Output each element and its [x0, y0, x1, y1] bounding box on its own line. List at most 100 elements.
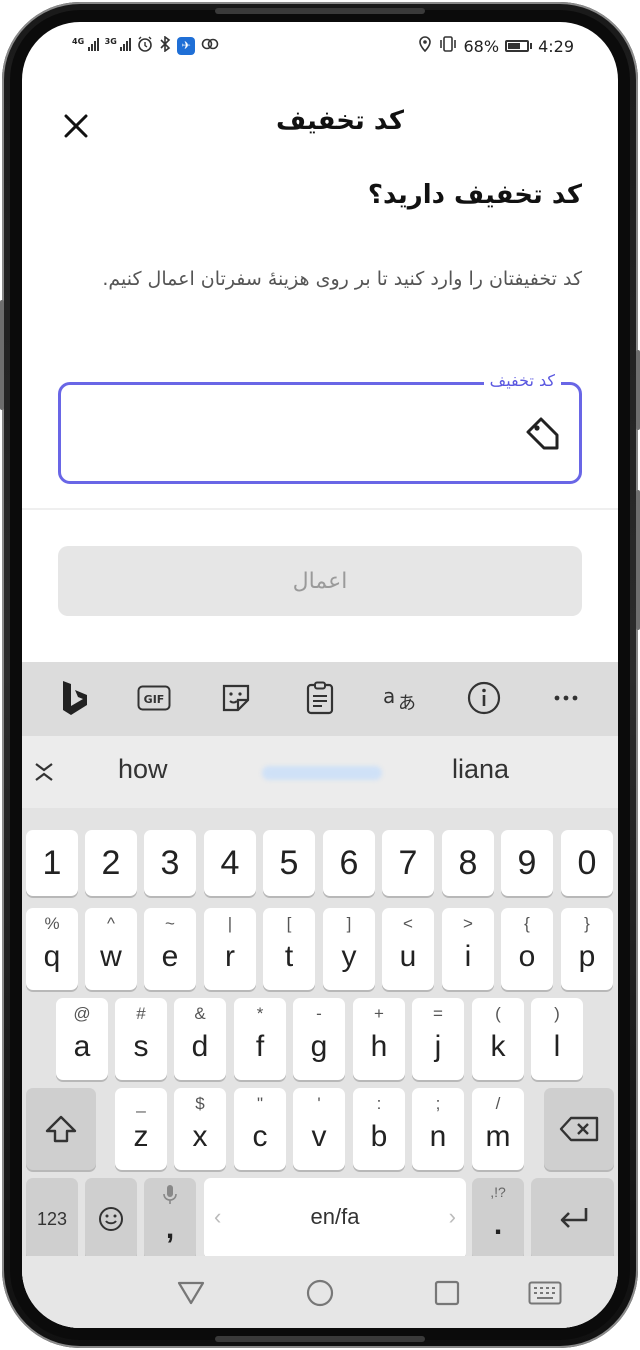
backspace-icon — [559, 1116, 599, 1142]
svg-text:あ: あ — [398, 693, 416, 713]
home-icon[interactable] — [305, 1278, 335, 1308]
key-r[interactable]: | r — [204, 908, 256, 990]
coupon-code-field[interactable]: کد تخفیف — [58, 371, 582, 484]
page-title: کد تخفیف — [276, 106, 404, 136]
bluetooth-icon — [159, 35, 171, 55]
keyboard-icon[interactable] — [527, 1278, 563, 1308]
side-button — [636, 490, 640, 630]
key-4[interactable]: 4 — [204, 830, 256, 896]
signal-icon-2: 3G — [105, 37, 132, 54]
recents-icon[interactable] — [432, 1278, 462, 1308]
key-i[interactable]: > i — [442, 908, 494, 990]
key-j[interactable]: = j — [412, 998, 464, 1080]
coupon-field-label: کد تخفیف — [483, 371, 561, 390]
space-right-arrow: › — [448, 1204, 456, 1229]
key-t[interactable]: [t — [263, 908, 315, 990]
key-3[interactable]: 3 — [144, 830, 196, 896]
key-w[interactable]: ^ w — [85, 908, 137, 990]
key-k[interactable]: (k — [472, 998, 524, 1080]
shift-icon — [45, 1115, 77, 1143]
key-q[interactable]: % q — [26, 908, 78, 990]
key-y[interactable]: ] y — [323, 908, 375, 990]
clock: 4:29 — [538, 36, 574, 56]
key-e[interactable]: ~ e — [144, 908, 196, 990]
key-u[interactable]: < u — [382, 908, 434, 990]
key-f[interactable]: * f — [234, 998, 286, 1080]
suggestion-item[interactable]: liana — [452, 754, 509, 785]
key-s[interactable]: # s — [115, 998, 167, 1080]
svg-text:a: a — [383, 684, 395, 708]
alarm-icon — [137, 36, 153, 55]
key-9[interactable]: 9 — [501, 830, 553, 896]
comma-key[interactable]: , — [144, 1178, 196, 1260]
key-x[interactable]: $ x — [174, 1088, 226, 1170]
emoji-icon — [99, 1207, 123, 1231]
key-1[interactable]: 1 — [26, 830, 78, 896]
vibrate-icon — [438, 36, 458, 56]
key-0[interactable]: 0 — [561, 830, 613, 896]
coupon-code-input[interactable] — [77, 409, 509, 459]
network-type-label: 4G — [72, 37, 85, 46]
key-6[interactable]: 6 — [323, 830, 375, 896]
key-z[interactable]: _ z — [115, 1088, 167, 1170]
numbers-key[interactable]: 123 — [26, 1178, 78, 1260]
volume-button — [0, 300, 4, 410]
suggestion-bar: how liana — [22, 736, 618, 808]
backspace-key[interactable] — [544, 1088, 614, 1170]
key-d[interactable]: & d — [174, 998, 226, 1080]
speaker-grille-bottom — [215, 1336, 425, 1342]
gif-icon[interactable]: GIF — [132, 676, 176, 720]
screen: 4G 3G ✈ 68% 4:29 کد تخفیف کد تخفیف دارید… — [22, 22, 618, 1328]
key-h[interactable]: + h — [353, 998, 405, 1080]
sync-icon — [201, 37, 219, 54]
network-type-label-2: 3G — [104, 37, 117, 46]
shift-key[interactable] — [26, 1088, 96, 1170]
keyboard-toolbar: GIF aあ — [22, 662, 618, 736]
translate-icon[interactable]: aあ — [380, 676, 424, 720]
more-icon[interactable] — [544, 676, 588, 720]
period-label: . — [493, 1208, 503, 1241]
status-left: 4G 3G ✈ — [72, 35, 219, 55]
sticker-icon[interactable] — [214, 676, 258, 720]
key-7[interactable]: 7 — [382, 830, 434, 896]
collapse-keyboard-icon[interactable] — [32, 760, 56, 784]
key-5[interactable]: 5 — [263, 830, 315, 896]
navigation-bar — [22, 1256, 618, 1328]
suggestion-item[interactable]: how — [118, 754, 168, 785]
back-icon[interactable] — [176, 1278, 206, 1308]
battery-icon — [505, 40, 533, 52]
bing-icon[interactable] — [52, 676, 96, 720]
question-heading: کد تخفیف دارید؟ — [367, 180, 582, 210]
description-text: کد تخفیفتان را وارد کنید تا بر روی هزینه… — [102, 268, 582, 290]
key-8[interactable]: 8 — [442, 830, 494, 896]
key-o[interactable]: {o — [501, 908, 553, 990]
emoji-key[interactable] — [85, 1178, 137, 1260]
space-bar[interactable]: ‹ en/fa › — [204, 1178, 466, 1260]
key-n[interactable]: ; n — [412, 1088, 464, 1170]
apply-button[interactable]: اعمال — [58, 546, 582, 616]
space-bar-label: en/fa — [310, 1204, 360, 1229]
key-m[interactable]: / m — [472, 1088, 524, 1170]
key-g[interactable]: -g — [293, 998, 345, 1080]
microphone-icon — [163, 1185, 177, 1204]
keyboard: GIF aあ how liana 1 2 3 4 5 6 7 8 9 0 % q… — [22, 662, 618, 1328]
location-icon — [418, 36, 432, 56]
key-b[interactable]: :b — [353, 1088, 405, 1170]
key-v[interactable]: ' v — [293, 1088, 345, 1170]
key-l[interactable]: ) l — [531, 998, 583, 1080]
speaker-grille — [215, 8, 425, 14]
key-2[interactable]: 2 — [85, 830, 137, 896]
svg-text:GIF: GIF — [144, 693, 165, 706]
enter-key[interactable] — [531, 1178, 614, 1260]
period-key[interactable]: ,!? . — [472, 1178, 524, 1260]
suggestion-item-blurred[interactable] — [262, 766, 382, 780]
key-p[interactable]: } p — [561, 908, 613, 990]
key-a[interactable]: @ a — [56, 998, 108, 1080]
status-right: 68% 4:29 — [418, 36, 574, 56]
key-c[interactable]: " c — [234, 1088, 286, 1170]
info-icon[interactable] — [462, 676, 506, 720]
clipboard-icon[interactable] — [298, 676, 342, 720]
divider — [22, 508, 618, 510]
tag-icon — [526, 417, 559, 450]
status-bar: 4G 3G ✈ 68% 4:29 — [22, 22, 618, 72]
